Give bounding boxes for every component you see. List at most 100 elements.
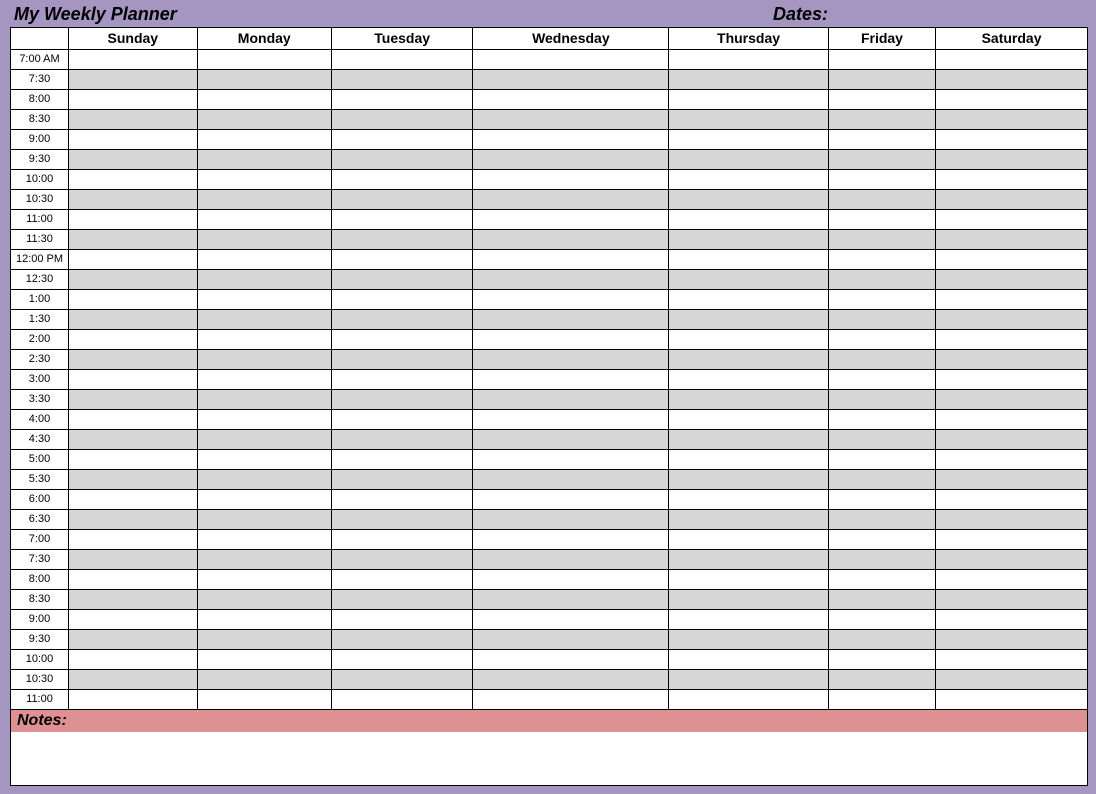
time-slot[interactable] [331,530,473,550]
time-slot[interactable] [331,270,473,290]
time-slot[interactable] [331,210,473,230]
time-slot[interactable] [331,590,473,610]
time-slot[interactable] [828,470,935,490]
time-slot[interactable] [197,70,331,90]
time-slot[interactable] [828,530,935,550]
time-slot[interactable] [69,50,198,70]
time-slot[interactable] [197,110,331,130]
time-slot[interactable] [331,330,473,350]
time-slot[interactable] [69,230,198,250]
time-slot[interactable] [669,690,829,710]
time-slot[interactable] [197,250,331,270]
time-slot[interactable] [331,630,473,650]
time-slot[interactable] [69,110,198,130]
time-slot[interactable] [669,650,829,670]
time-slot[interactable] [669,570,829,590]
time-slot[interactable] [828,590,935,610]
time-slot[interactable] [69,590,198,610]
time-slot[interactable] [828,390,935,410]
time-slot[interactable] [828,50,935,70]
time-slot[interactable] [69,430,198,450]
time-slot[interactable] [828,70,935,90]
time-slot[interactable] [936,650,1088,670]
time-slot[interactable] [331,170,473,190]
time-slot[interactable] [936,90,1088,110]
time-slot[interactable] [69,390,198,410]
time-slot[interactable] [669,330,829,350]
time-slot[interactable] [669,370,829,390]
time-slot[interactable] [69,530,198,550]
time-slot[interactable] [936,550,1088,570]
time-slot[interactable] [828,350,935,370]
time-slot[interactable] [473,570,669,590]
time-slot[interactable] [828,650,935,670]
time-slot[interactable] [669,90,829,110]
time-slot[interactable] [669,190,829,210]
time-slot[interactable] [936,390,1088,410]
time-slot[interactable] [828,550,935,570]
time-slot[interactable] [473,450,669,470]
time-slot[interactable] [197,590,331,610]
time-slot[interactable] [669,50,829,70]
time-slot[interactable] [828,450,935,470]
time-slot[interactable] [473,270,669,290]
time-slot[interactable] [473,430,669,450]
time-slot[interactable] [669,230,829,250]
time-slot[interactable] [936,590,1088,610]
time-slot[interactable] [69,290,198,310]
time-slot[interactable] [473,290,669,310]
time-slot[interactable] [828,690,935,710]
time-slot[interactable] [473,70,669,90]
time-slot[interactable] [936,430,1088,450]
time-slot[interactable] [331,230,473,250]
time-slot[interactable] [473,550,669,570]
time-slot[interactable] [936,670,1088,690]
time-slot[interactable] [197,630,331,650]
time-slot[interactable] [69,690,198,710]
time-slot[interactable] [69,150,198,170]
time-slot[interactable] [331,370,473,390]
time-slot[interactable] [936,530,1088,550]
time-slot[interactable] [197,550,331,570]
time-slot[interactable] [828,130,935,150]
time-slot[interactable] [331,290,473,310]
time-slot[interactable] [828,310,935,330]
time-slot[interactable] [197,90,331,110]
time-slot[interactable] [669,510,829,530]
time-slot[interactable] [936,490,1088,510]
time-slot[interactable] [669,290,829,310]
time-slot[interactable] [197,170,331,190]
time-slot[interactable] [669,630,829,650]
time-slot[interactable] [828,210,935,230]
time-slot[interactable] [936,450,1088,470]
time-slot[interactable] [936,570,1088,590]
time-slot[interactable] [69,130,198,150]
time-slot[interactable] [69,190,198,210]
time-slot[interactable] [197,130,331,150]
time-slot[interactable] [669,350,829,370]
time-slot[interactable] [473,150,669,170]
time-slot[interactable] [669,550,829,570]
time-slot[interactable] [669,450,829,470]
time-slot[interactable] [473,630,669,650]
time-slot[interactable] [828,510,935,530]
time-slot[interactable] [473,110,669,130]
time-slot[interactable] [936,170,1088,190]
time-slot[interactable] [69,70,198,90]
time-slot[interactable] [828,90,935,110]
time-slot[interactable] [828,430,935,450]
time-slot[interactable] [669,70,829,90]
time-slot[interactable] [331,130,473,150]
time-slot[interactable] [197,270,331,290]
time-slot[interactable] [69,490,198,510]
time-slot[interactable] [69,90,198,110]
time-slot[interactable] [936,310,1088,330]
time-slot[interactable] [669,270,829,290]
time-slot[interactable] [69,610,198,630]
time-slot[interactable] [331,670,473,690]
time-slot[interactable] [331,70,473,90]
time-slot[interactable] [828,630,935,650]
time-slot[interactable] [69,330,198,350]
time-slot[interactable] [331,450,473,470]
time-slot[interactable] [331,190,473,210]
